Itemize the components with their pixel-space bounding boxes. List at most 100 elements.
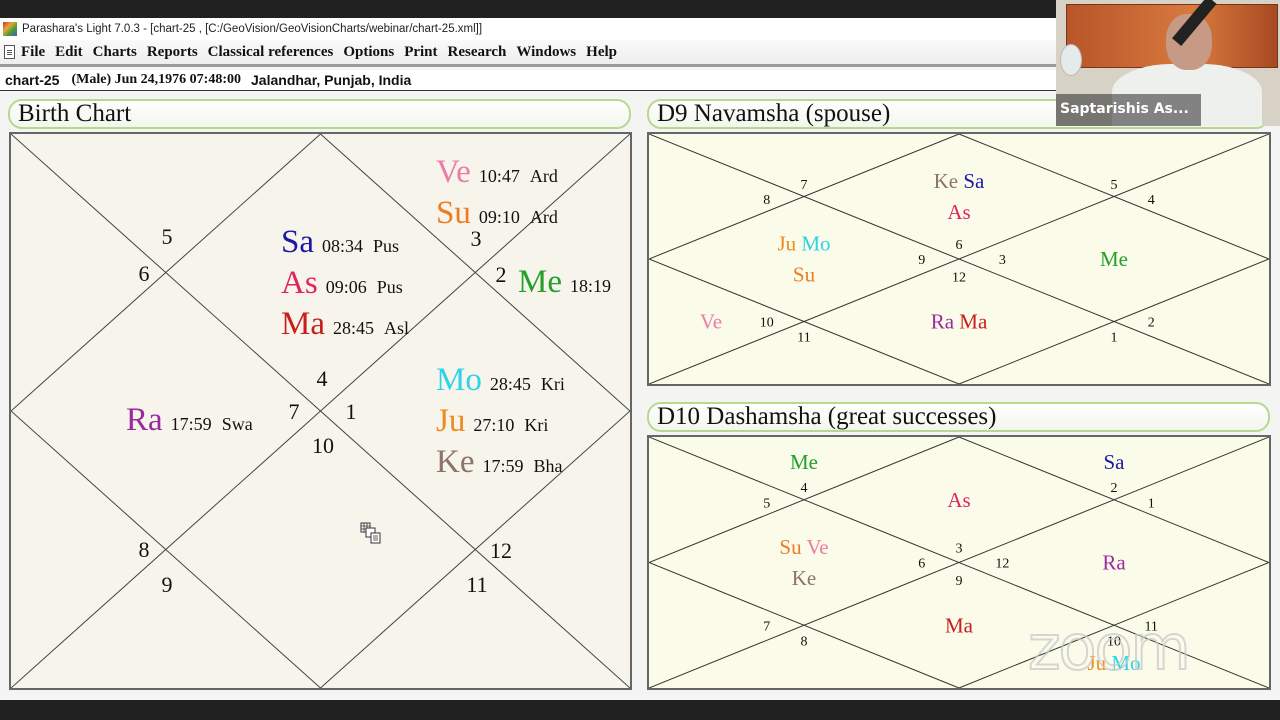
planet-ra[interactable]: Ra [126, 402, 163, 438]
participant-video[interactable]: Saptarishis As... [1056, 0, 1280, 126]
house-sign-number: 6 [139, 261, 150, 286]
planet-degree: 17:59 [482, 456, 523, 476]
planet-row: Ju Mo [777, 232, 830, 256]
d10-chart-title[interactable]: D10 Dashamsha (great successes) [647, 402, 1270, 432]
planet-ke[interactable]: Ke [436, 444, 474, 480]
menu-help[interactable]: Help [586, 44, 617, 61]
house-sign-number: 9 [162, 572, 173, 597]
menu-file[interactable]: File [21, 44, 45, 61]
menu-windows[interactable]: Windows [516, 44, 576, 61]
document-icon[interactable] [4, 45, 15, 59]
house-sign-number: 8 [801, 634, 808, 649]
planet-degree: 08:34 [322, 236, 363, 256]
planet-row: Ra [1102, 551, 1126, 575]
house-sign-number: 10 [312, 433, 334, 458]
planet-su[interactable]: Su [779, 535, 802, 559]
window-title: Parashara's Light 7.0.3 - [chart-25 , [C… [22, 23, 483, 35]
planet-entry: Sa 08:34 Pus [281, 224, 399, 260]
birth-chart[interactable]: 4 5 6 7 8 9 10 11 12 1 2 3 Sa 08:34 Pus As 09:06 Pus Ma 28:… [9, 132, 632, 690]
planet-nakshatra: Kri [541, 374, 565, 394]
planet-entry: Su 09:10 Ard [436, 195, 558, 231]
planet-nakshatra: Bha [534, 456, 563, 476]
planet-ve[interactable]: Ve [802, 535, 829, 559]
planet-as[interactable]: As [947, 488, 970, 512]
planet-ra[interactable]: Ra [1102, 551, 1126, 575]
planet-nakshatra: Ard [530, 207, 558, 227]
zoom-watermark: zoom [1027, 611, 1192, 684]
planet-row: As [947, 200, 970, 224]
birth-place: Jalandhar, Punjab, India [251, 72, 412, 88]
menu-options[interactable]: Options [343, 44, 394, 61]
app-logo-icon [3, 22, 17, 36]
birth-date-time: (Male) Jun 24,1976 07:48:00 [71, 72, 242, 87]
house-sign-number: 1 [1148, 496, 1155, 511]
planet-entry: Ve 10:47 Ard [436, 154, 558, 190]
house-sign-number: 8 [763, 193, 770, 208]
planet-ma[interactable]: Ma [954, 310, 988, 334]
house-sign-number: 9 [956, 574, 963, 589]
birth-chart-title-text: Birth Chart [18, 100, 132, 127]
house-sign-number: 6 [956, 238, 963, 253]
house-sign-number: 4 [1148, 193, 1155, 208]
d9-chart-grid: 6Ke SaAs789Ju MoSu10Ve1112Ra Ma123 Me45 [649, 134, 1269, 384]
planet-mo[interactable]: Mo [796, 232, 830, 256]
planet-ju[interactable]: Ju [777, 232, 796, 256]
participant-name-label: Saptarishis As... [1056, 94, 1201, 126]
menu-edit[interactable]: Edit [55, 44, 83, 61]
menu-reports[interactable]: Reports [147, 44, 198, 61]
house-sign-number: 4 [801, 481, 808, 496]
planet-degree: 10:47 [479, 166, 520, 186]
planet-degree: 18:19 [570, 276, 611, 296]
planet-mo[interactable]: Mo [436, 362, 482, 398]
planet-ma[interactable]: Ma [281, 306, 325, 342]
menu-research[interactable]: Research [448, 44, 507, 61]
planet-ke[interactable]: Ke [792, 566, 817, 590]
planet-row: Su [793, 263, 816, 287]
house-sign-number: 7 [763, 619, 770, 634]
planet-sa[interactable]: Sa [1104, 450, 1126, 474]
planet-sa[interactable]: Sa [281, 224, 314, 260]
house-sign-number: 11 [797, 331, 810, 346]
house-sign-number: 3 [956, 541, 963, 556]
planet-su[interactable]: Su [436, 195, 471, 231]
planet-degree: 17:59 [171, 414, 212, 434]
planet-entry: Mo 28:45 Kri [436, 362, 565, 398]
menu-classical-references[interactable]: Classical references [208, 44, 334, 61]
planet-me[interactable]: Me [1100, 247, 1128, 271]
house-sign-number: 3 [471, 226, 482, 251]
planet-ju[interactable]: Ju [436, 403, 465, 439]
house-sign-number: 12 [952, 271, 966, 286]
planet-degree: 09:10 [479, 207, 520, 227]
drag-copy-cursor-icon [360, 522, 381, 544]
house-sign-number: 1 [346, 399, 357, 424]
planet-row: Me [1100, 247, 1128, 271]
planet-as[interactable]: As [281, 265, 318, 301]
planet-entry: Ma 28:45 Asl [281, 306, 409, 342]
house-sign-number: 5 [1111, 178, 1118, 193]
birth-chart-title[interactable]: Birth Chart [8, 99, 631, 129]
planet-nakshatra: Pus [377, 277, 403, 297]
planet-ve[interactable]: Ve [436, 154, 471, 190]
participant-name: Saptarishis As... [1060, 101, 1189, 117]
planet-me[interactable]: Me [790, 450, 818, 474]
menu-charts[interactable]: Charts [93, 44, 137, 61]
planet-su[interactable]: Su [793, 263, 816, 287]
planet-nakshatra: Pus [373, 236, 399, 256]
house-sign-number: 5 [763, 496, 770, 511]
planet-ke[interactable]: Ke [934, 169, 959, 193]
d9-navamsha-chart[interactable]: 6 Ke Sa As 7 8 9 Ju Mo Su 10 Ve 11 12 Ra Ma 1 2 3 Me 4 5 [647, 132, 1271, 386]
house-sign-number: 7 [801, 178, 808, 193]
planet-row: Sa [1104, 450, 1126, 474]
planet-ve[interactable]: Ve [700, 310, 722, 334]
planet-as[interactable]: As [947, 200, 970, 224]
birth-chart-grid: 456789101112123Sa 08:34 PusAs 09:06 PusMa 28:… [11, 134, 630, 688]
planet-me[interactable]: Me [518, 264, 562, 300]
planet-ma[interactable]: Ma [945, 613, 974, 637]
planet-sa[interactable]: Sa [958, 169, 985, 193]
planet-ra[interactable]: Ra [931, 310, 955, 334]
planet-nakshatra: Swa [222, 414, 253, 434]
house-sign-number: 5 [162, 224, 173, 249]
menu-print[interactable]: Print [404, 44, 437, 61]
house-sign-number: 2 [496, 262, 507, 287]
d10-chart-title-text: D10 Dashamsha (great successes) [657, 403, 997, 430]
